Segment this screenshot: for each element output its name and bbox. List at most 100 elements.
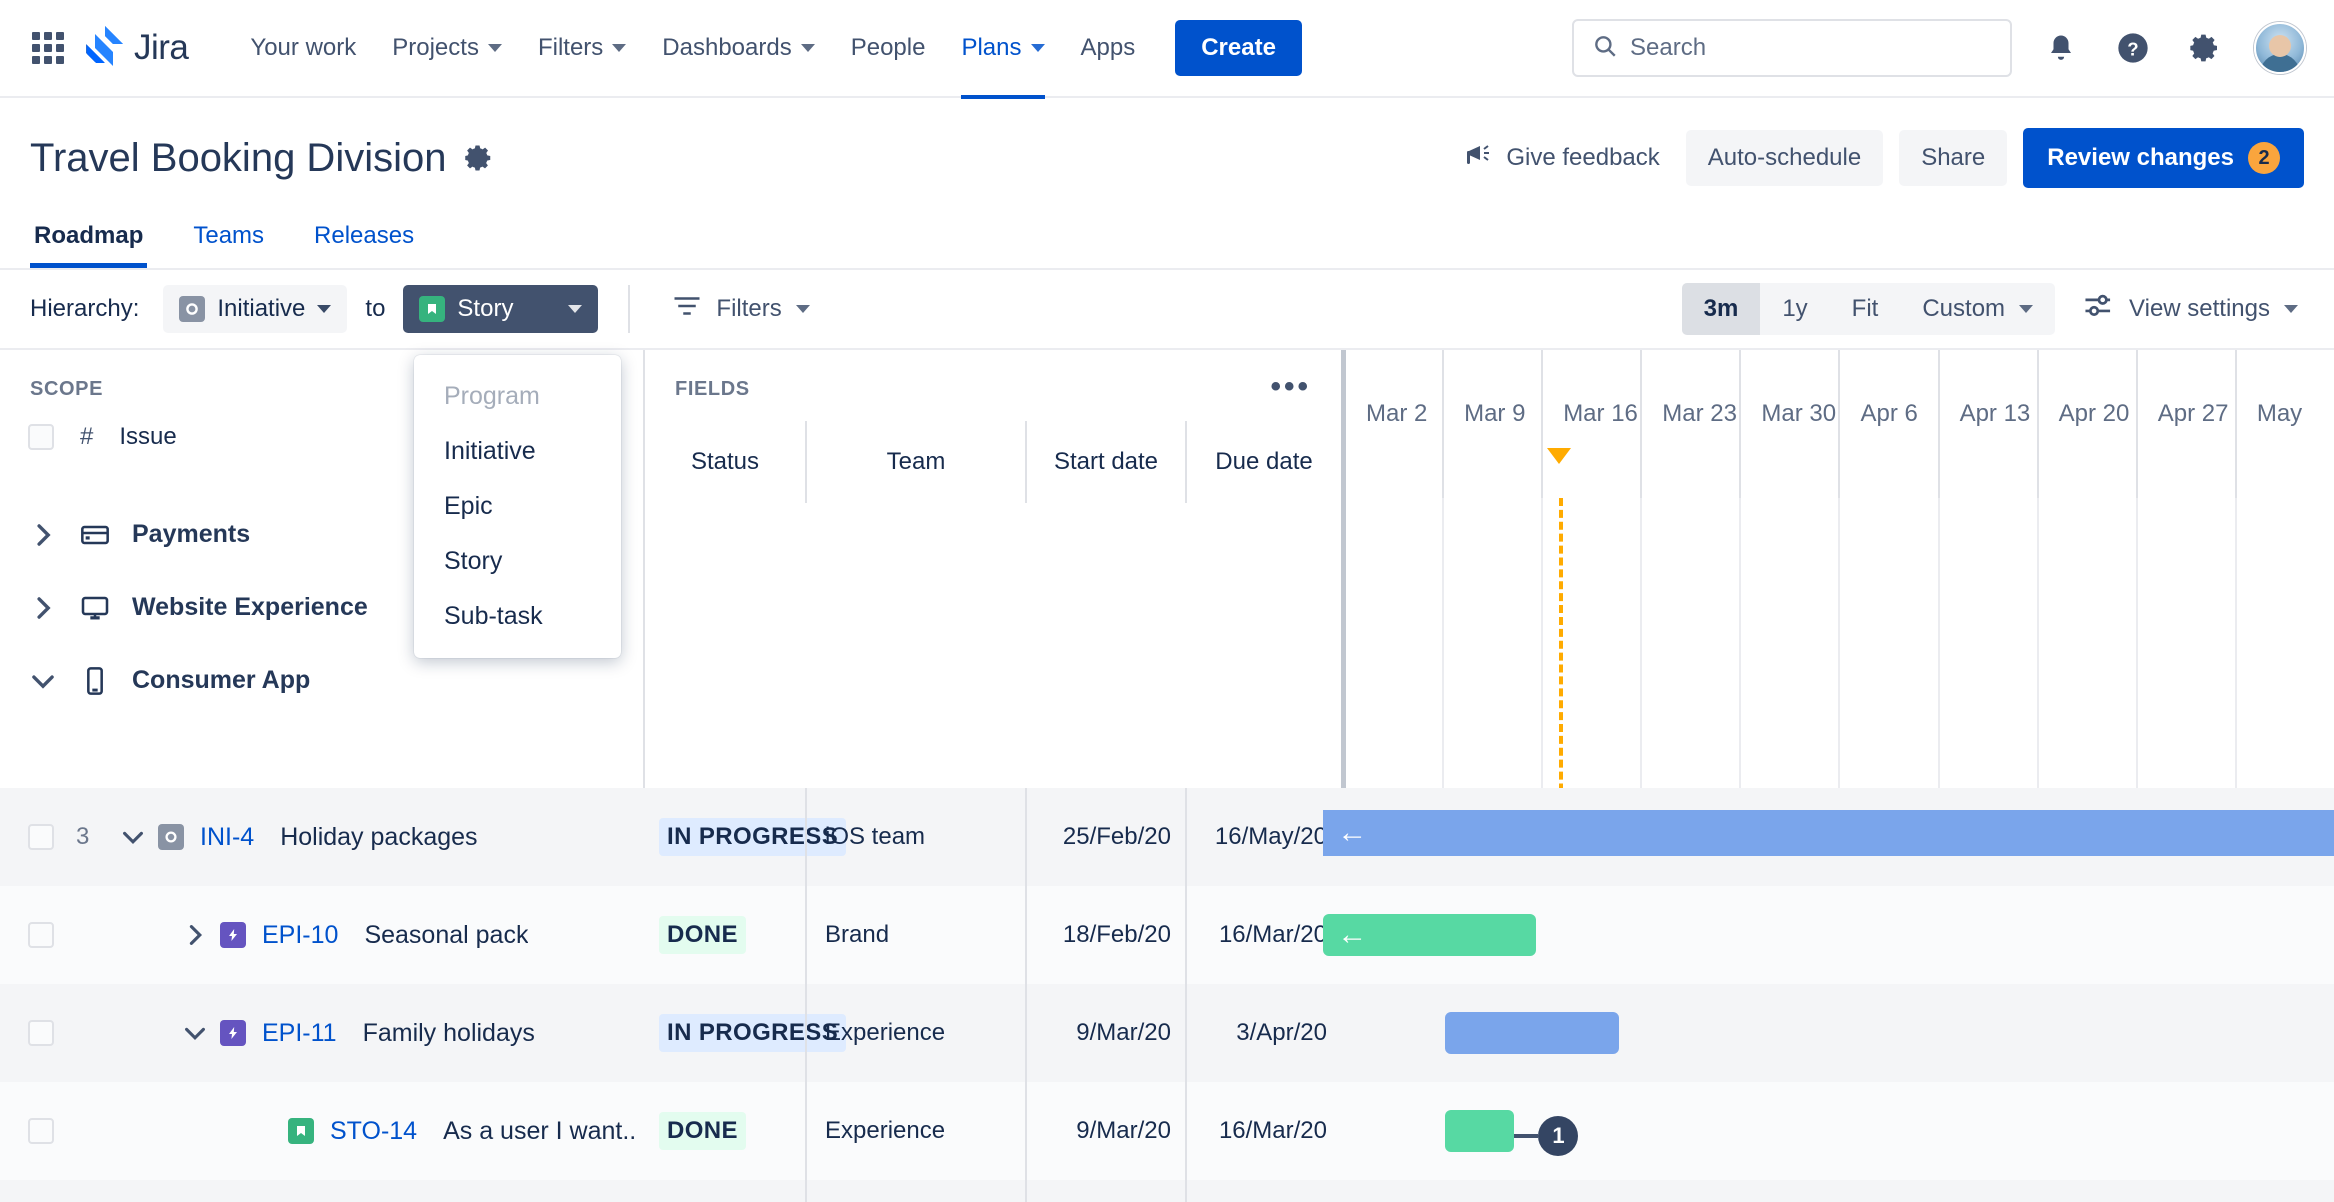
tab-releases[interactable]: Releases [310,216,418,268]
row-checkbox[interactable] [28,922,54,948]
view-settings-button[interactable]: View settings [2077,282,2304,337]
cell-status[interactable]: DONE [645,886,805,984]
nav-item-plans[interactable]: Plans [943,20,1062,99]
row-scope-cell: EPI-10 Seasonal pack [0,921,645,950]
chevron-down-icon[interactable] [28,671,58,691]
tab-roadmap[interactable]: Roadmap [30,216,148,268]
help-icon[interactable]: ? [2110,25,2156,71]
plan-settings-gear-icon[interactable] [464,143,494,173]
issue-key-link[interactable]: EPI-10 [262,921,338,950]
zoom-option-fit[interactable]: Fit [1830,283,1901,335]
issue-summary[interactable]: Family holidays [363,1019,535,1048]
row-fields-cell: IN PROGRESS Experience 9/Mar/20 3/Apr/20 [645,984,1343,1082]
status-badge: DONE [659,916,746,954]
cell-due-date[interactable]: 3/Apr/20 [1185,984,1341,1082]
create-button[interactable]: Create [1175,20,1302,76]
jira-home-link[interactable]: Jira [86,25,189,71]
chevron-down-icon[interactable] [118,828,148,846]
nav-item-your-work[interactable]: Your work [232,20,374,76]
chevron-down-icon[interactable] [180,1024,210,1042]
cell-status[interactable]: DONE [645,1082,805,1180]
cell-start-date[interactable]: 9/Mar/20 [1025,1082,1185,1180]
issue-summary[interactable]: Seasonal pack [364,921,528,950]
filters-button[interactable]: Filters [660,283,821,336]
avatar[interactable] [2254,22,2306,74]
row-checkbox[interactable] [28,824,54,850]
issue-summary[interactable]: As a user I want.. [443,1117,636,1146]
row-fields-cell: DONEExperience12/Mar/2019/Mar/20 [645,1180,1343,1202]
cell-team[interactable]: Brand [805,886,1025,984]
search-input[interactable]: Search [1572,19,2012,77]
nav-item-filters[interactable]: Filters [520,20,644,76]
auto-schedule-button[interactable]: Auto-schedule [1685,130,1884,186]
app-switcher-icon[interactable] [28,28,68,68]
cell-due-date[interactable]: 16/Mar/20 [1185,886,1341,984]
cell-team[interactable]: Experience [805,1180,1025,1202]
chevron-right-icon[interactable] [28,522,58,548]
field-header-team[interactable]: Team [805,421,1025,503]
gantt-bar[interactable] [1445,1012,1620,1054]
nav-item-apps[interactable]: Apps [1063,20,1154,76]
row-checkbox[interactable] [28,1020,54,1046]
issue-key-link[interactable]: INI-4 [200,823,254,852]
cell-start-date[interactable]: 12/Mar/20 [1025,1180,1185,1202]
nav-label: Your work [250,34,357,61]
cell-due-date[interactable]: 16/May/20 [1185,788,1341,886]
field-header-status[interactable]: Status [645,421,805,503]
issue-key-link[interactable]: EPI-11 [262,1019,337,1048]
cell-team[interactable]: iOS team [805,788,1025,886]
cell-start-date[interactable]: 18/Feb/20 [1025,886,1185,984]
ellipsis-icon[interactable]: ••• [1270,372,1311,402]
hierarchy-to-select[interactable]: Story [403,285,599,333]
gantt-bar[interactable]: ← [1323,914,1537,956]
cell-due-date[interactable]: 16/Mar/20 [1185,1082,1341,1180]
table-row[interactable]: STO-16As a user I want..DONEExperience12… [0,1180,2334,1202]
issue-key-link[interactable]: STO-14 [330,1117,417,1146]
cell-status[interactable]: DONE [645,1180,805,1202]
cell-start-date[interactable]: 25/Feb/20 [1025,788,1185,886]
nav-item-people[interactable]: People [833,20,944,76]
table-row[interactable]: EPI-10 Seasonal pack DONE Brand 18/Feb/20 16/… [0,886,2334,984]
hierarchy-option-sub-task[interactable]: Sub-task [414,589,621,644]
issue-summary[interactable]: Holiday packages [280,823,477,852]
field-header-start-date[interactable]: Start date [1025,421,1185,503]
notifications-icon[interactable] [2038,25,2084,71]
nav-item-projects[interactable]: Projects [374,20,520,76]
gantt-bar[interactable]: ← [1323,810,2334,856]
row-scope-cell: 3 INI-4 Holiday packages [0,823,645,852]
nav-item-dashboards[interactable]: Dashboards [644,20,832,76]
table-row[interactable]: 3 INI-4 Holiday packages IN PROGRESS iOS tea… [0,788,2334,886]
tab-teams[interactable]: Teams [189,216,268,268]
hierarchy-to-word: to [365,295,386,322]
cell-team[interactable]: Experience [805,1082,1025,1180]
table-row[interactable]: EPI-11 Family holidays IN PROGRESS Experien… [0,984,2334,1082]
hierarchy-from-value: Initiative [217,295,306,322]
gantt-bar[interactable] [1445,1110,1515,1152]
select-all-checkbox[interactable] [28,424,54,450]
settings-icon[interactable] [2182,25,2228,71]
zoom-option-3m[interactable]: 3m [1681,283,1761,335]
timeline-tick-label: Mar 30 [1761,400,1837,427]
cell-team[interactable]: Experience [805,984,1025,1082]
hierarchy-from-select[interactable]: Initiative [163,285,348,333]
chevron-right-icon[interactable] [180,923,210,947]
cell-start-date[interactable]: 9/Mar/20 [1025,984,1185,1082]
timeline-tick-label: May [2256,400,2303,427]
cell-status[interactable]: IN PROGRESS [645,788,847,886]
status-badge: DONE [659,1112,746,1150]
dependency-indicator[interactable]: 1 [1514,1116,1579,1156]
zoom-option-custom[interactable]: Custom [1900,283,2055,335]
cell-status[interactable]: IN PROGRESS [645,984,847,1082]
table-row[interactable]: STO-14 As a user I want.. DONE Experience 9/… [0,1082,2334,1180]
give-feedback-button[interactable]: Give feedback [1456,131,1669,186]
hierarchy-option-initiative[interactable]: Initiative [414,424,621,479]
share-button[interactable]: Share [1899,130,2008,186]
chevron-right-icon[interactable] [28,595,58,621]
cell-due-date[interactable]: 19/Mar/20 [1185,1180,1341,1202]
zoom-option-1y[interactable]: 1y [1760,283,1829,335]
field-header-due-date[interactable]: Due date [1185,421,1341,503]
review-changes-button[interactable]: Review changes 2 [2023,128,2304,188]
row-checkbox[interactable] [28,1118,54,1144]
hierarchy-option-story[interactable]: Story [414,534,621,589]
hierarchy-option-epic[interactable]: Epic [414,479,621,534]
